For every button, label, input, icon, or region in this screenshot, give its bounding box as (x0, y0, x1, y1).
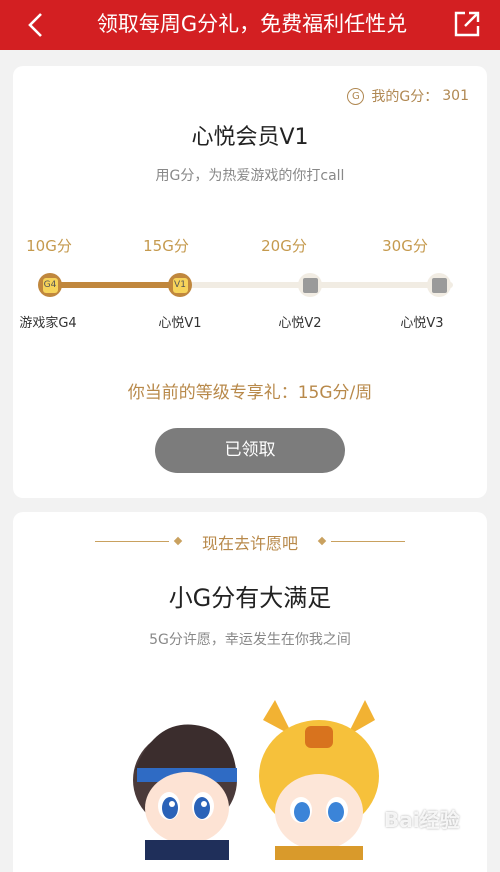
chevron-left-icon[interactable] (24, 12, 48, 38)
my-points: G 我的G分： 301 (347, 86, 469, 106)
member-level-title: 心悦会员V1 (191, 125, 309, 150)
external-share-icon[interactable] (453, 10, 481, 38)
member-slogan: 用G分，为热爱游戏的你打call (155, 168, 345, 184)
tier-name-v3: 心悦V3 (400, 316, 444, 331)
claimed-button[interactable]: 已领取 (155, 428, 345, 473)
tier-node-v1[interactable]: V1 (168, 273, 192, 297)
points-value: 301 (442, 88, 469, 104)
v3-locked-gift-icon (431, 277, 447, 293)
g-coin-icon: G (347, 87, 365, 105)
tier-name-v2: 心悦V2 (278, 316, 322, 331)
wish-headline: 小G分有大满足 (168, 584, 332, 612)
tier-name-v1: 心悦V1 (158, 316, 202, 331)
tier-node-v3[interactable] (427, 273, 451, 297)
tier-node-v2[interactable] (298, 273, 322, 297)
top-navigation-bar: 领取每周G分礼，免费福利任性兑 (0, 0, 500, 50)
v1-gift-icon: V1 (172, 277, 188, 293)
tier-name-g4: 游戏家G4 (19, 316, 77, 331)
wish-section-title[interactable]: 现在去许愿吧 (13, 530, 487, 554)
current-level-gift: 你当前的等级专享礼：15G分/周 (127, 383, 373, 403)
membership-card: G 我的G分： 301 心悦会员V1 用G分，为热爱游戏的你打call 10G分… (13, 66, 487, 498)
tier-amount-g4: 10G分 (26, 237, 72, 255)
tier-amount-v2: 20G分 (261, 237, 307, 255)
tier-amount-v1: 15G分 (143, 237, 189, 255)
page-title: 领取每周G分礼，免费福利任性兑 (96, 12, 408, 36)
g4-badge-icon: G4 (42, 277, 58, 293)
tier-amount-v3: 30G分 (382, 237, 428, 255)
wish-section-header: 现在去许愿吧 (13, 530, 487, 554)
level-progress-fill (50, 282, 187, 288)
points-label: 我的G分： (371, 89, 439, 105)
chibi-characters-illustration (133, 700, 379, 860)
wish-subtitle: 5G分许愿，幸运发生在你我之间 (149, 632, 351, 648)
tier-node-g4[interactable]: G4 (38, 273, 62, 297)
v2-locked-gift-icon (302, 277, 318, 293)
divider-right (331, 541, 405, 542)
baidu-watermark: Bai经验 (384, 808, 460, 832)
